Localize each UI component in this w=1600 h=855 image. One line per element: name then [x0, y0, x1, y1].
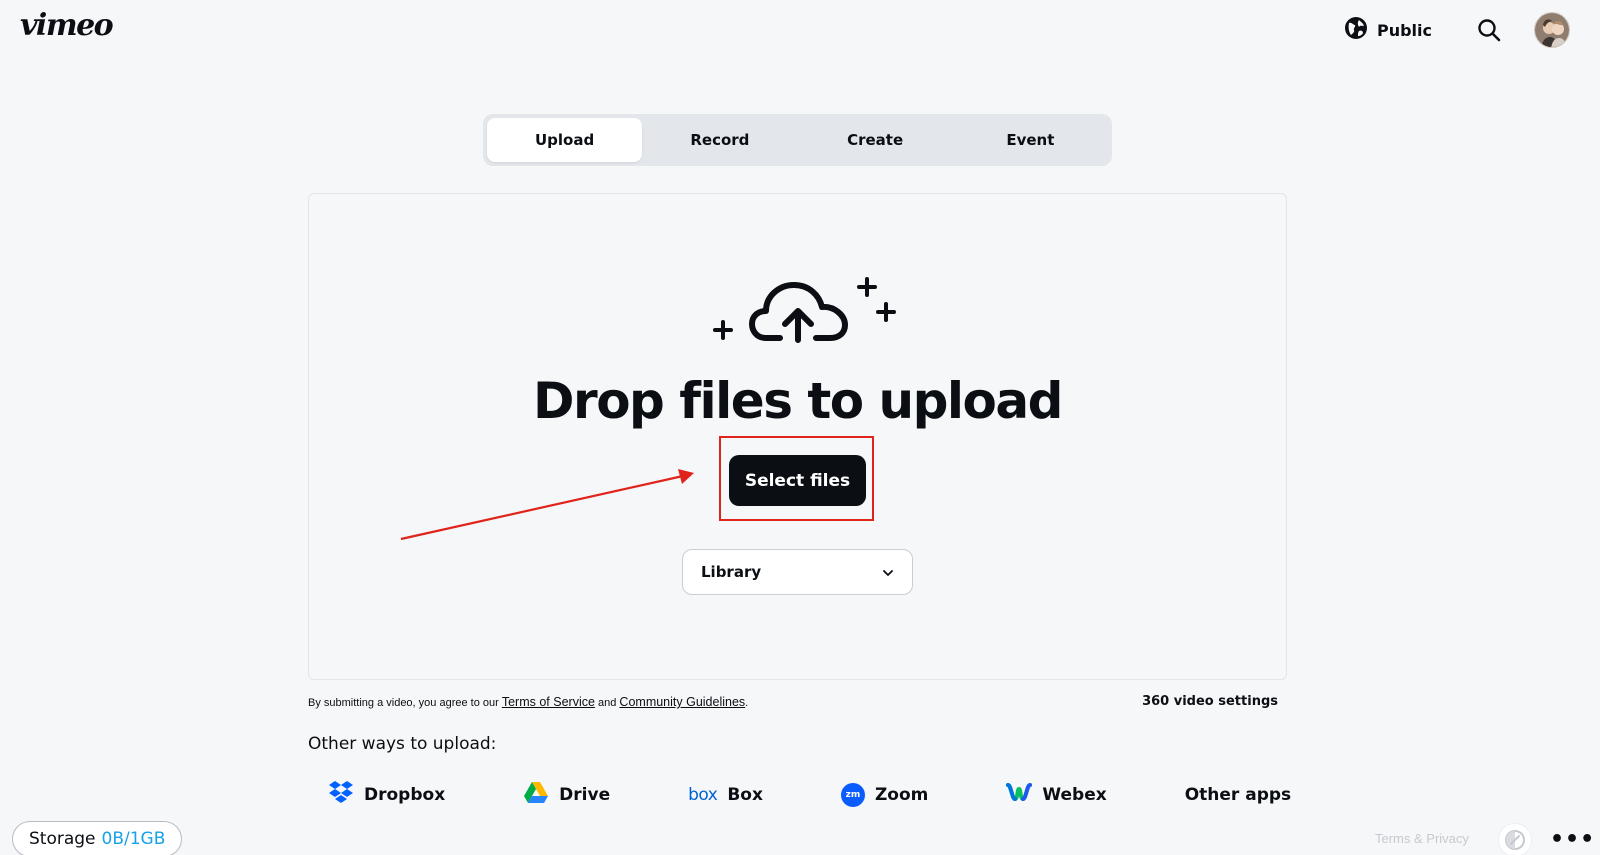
tab-upload[interactable]: Upload: [487, 118, 643, 162]
storage-value: 0B/1GB: [101, 829, 166, 849]
user-avatar[interactable]: [1534, 12, 1570, 48]
more-options-icon[interactable]: •••: [1550, 829, 1595, 851]
provider-label: Dropbox: [364, 784, 446, 805]
terms-privacy-link[interactable]: Terms & Privacy: [1375, 831, 1469, 846]
file-drop-zone[interactable]: Drop files to upload Select files Librar…: [308, 193, 1287, 680]
terms-notice: By submitting a video, you agree to our …: [308, 695, 748, 709]
drop-files-heading: Drop files to upload: [533, 372, 1063, 430]
zoom-icon: zm: [840, 782, 865, 807]
folder-select[interactable]: Library: [682, 549, 913, 595]
cloud-upload-icon: [704, 274, 904, 358]
community-guidelines-link[interactable]: Community Guidelines: [619, 695, 745, 709]
chevron-down-icon: [882, 563, 894, 581]
provider-label: Box: [727, 784, 763, 805]
annotation-arrow: [399, 464, 709, 548]
header-actions: Public: [1344, 12, 1570, 48]
select-files-button[interactable]: Select files: [729, 455, 866, 506]
globe-icon: [1344, 16, 1368, 44]
provider-label: Zoom: [874, 784, 929, 805]
search-icon[interactable]: [1476, 17, 1502, 43]
privacy-label: Public: [1376, 20, 1432, 40]
tab-create[interactable]: Create: [798, 118, 953, 162]
storage-indicator[interactable]: Storage 0B/1GB: [12, 821, 183, 855]
upload-mode-tabs: Upload Record Create Event: [483, 114, 1112, 166]
provider-box[interactable]: box Box: [688, 785, 763, 805]
privacy-selector[interactable]: Public: [1344, 16, 1432, 44]
provider-dropbox[interactable]: Dropbox: [328, 780, 445, 809]
dropbox-icon: [328, 780, 354, 809]
google-drive-icon: [523, 781, 549, 809]
upload-providers: Dropbox Drive box Box zm Zoom Webex Othe…: [328, 780, 1291, 809]
terms-suffix: .: [745, 697, 749, 709]
provider-other-apps[interactable]: Other apps: [1185, 785, 1291, 805]
provider-label: Drive: [559, 784, 611, 805]
vimeo-logo[interactable]: vimeo: [20, 8, 114, 43]
terms-of-service-link[interactable]: Terms of Service: [502, 695, 595, 709]
other-ways-heading: Other ways to upload:: [308, 734, 497, 754]
provider-google-drive[interactable]: Drive: [523, 781, 610, 809]
terms-and: and: [598, 697, 617, 709]
provider-webex[interactable]: Webex: [1006, 781, 1107, 808]
storage-label: Storage: [29, 829, 96, 849]
provider-label: Webex: [1042, 784, 1107, 805]
video-360-settings-link[interactable]: 360 video settings: [1142, 694, 1278, 709]
folder-select-value: Library: [701, 563, 762, 581]
box-icon: box: [688, 784, 718, 805]
tab-record[interactable]: Record: [642, 118, 797, 162]
tab-event[interactable]: Event: [953, 118, 1108, 162]
theme-toggle-icon[interactable]: [1498, 823, 1532, 855]
webex-icon: [1006, 781, 1033, 808]
terms-prefix: By submitting a video, you agree to our: [308, 697, 499, 709]
provider-zoom[interactable]: zm Zoom: [840, 782, 929, 807]
provider-label: Other apps: [1184, 784, 1292, 805]
